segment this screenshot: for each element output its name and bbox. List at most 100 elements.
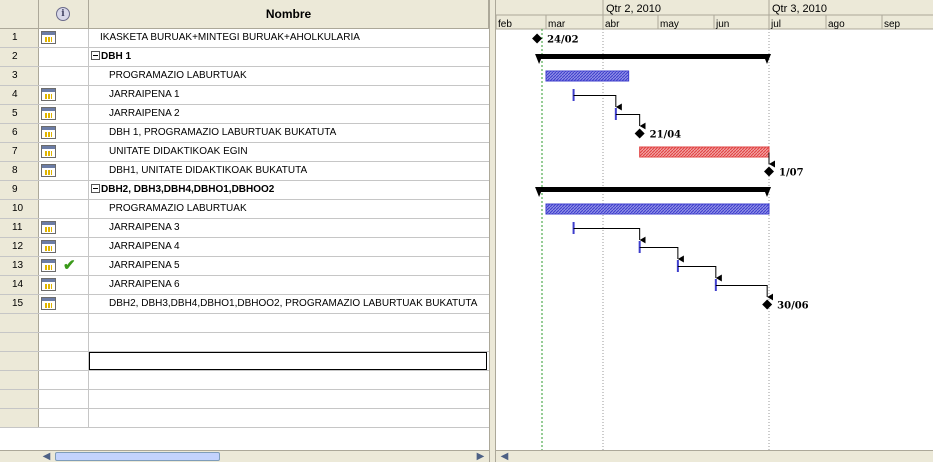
collapse-minus-icon[interactable]: [91, 183, 100, 193]
row-id[interactable]: 5: [0, 105, 39, 123]
table-horizontal-scrollbar[interactable]: ◀ ▶: [0, 450, 489, 462]
row-number-header[interactable]: [0, 0, 39, 29]
empty-row[interactable]: [0, 371, 489, 390]
month-label: feb: [498, 19, 512, 30]
month-label: jul: [770, 19, 781, 30]
task-name: UNITATE DIDAKTIKOAK EGIN: [109, 146, 248, 157]
scroll-left-arrow-icon[interactable]: ◀: [498, 451, 511, 462]
empty-row[interactable]: [0, 409, 489, 428]
task-name-cell[interactable]: JARRAIPENA 1: [89, 86, 489, 104]
gantt-horizontal-scrollbar[interactable]: ◀: [496, 450, 933, 462]
task-name: PROGRAMAZIO LABURTUAK: [109, 70, 247, 81]
table-row[interactable]: 8 DBH1, UNITATE DIDAKTIKOAK BUKATUTA: [0, 162, 489, 181]
table-row[interactable]: 2 DBH 1: [0, 48, 489, 67]
scroll-thumb[interactable]: [55, 452, 220, 461]
task-name-cell[interactable]: PROGRAMAZIO LABURTUAK: [89, 200, 489, 218]
collapse-minus-icon[interactable]: [91, 50, 100, 60]
row-id[interactable]: 15: [0, 295, 39, 313]
row-id[interactable]: 14: [0, 276, 39, 294]
task-name: DBH2, DBH3,DBH4,DBHO1,DBHOO2, PROGRAMAZI…: [109, 298, 478, 309]
task-name-cell[interactable]: DBH2, DBH3,DBH4,DBHO1,DBHOO2, PROGRAMAZI…: [89, 295, 489, 313]
scroll-right-arrow-icon[interactable]: ▶: [474, 451, 487, 462]
task-name-cell[interactable]: DBH 1: [89, 48, 489, 66]
table-row[interactable]: 12 JARRAIPENA 4: [0, 238, 489, 257]
info-icon: i: [56, 7, 70, 21]
task-name: DBH1, UNITATE DIDAKTIKOAK BUKATUTA: [109, 165, 308, 176]
indicators-header[interactable]: i: [39, 0, 89, 29]
indicator-cell: ✔: [39, 257, 89, 275]
row-id[interactable]: 8: [0, 162, 39, 180]
gantt-chart: Qtr 2, 2010 Qtr 3, 2010 feb mar abr may jun jul…: [496, 0, 933, 450]
table-row[interactable]: 11 JARRAIPENA 3: [0, 219, 489, 238]
calendar-icon: [41, 164, 56, 177]
row-id[interactable]: [0, 314, 39, 332]
row-id[interactable]: 2: [0, 48, 39, 66]
task-name-cell[interactable]: DBH1, UNITATE DIDAKTIKOAK BUKATUTA: [89, 162, 489, 180]
dependency-link: [573, 228, 646, 244]
row-id[interactable]: 9: [0, 181, 39, 199]
table-row[interactable]: 13 ✔ JARRAIPENA 5: [0, 257, 489, 276]
new-task-edit-cell[interactable]: [89, 352, 487, 370]
task-name-cell[interactable]: JARRAIPENA 6: [89, 276, 489, 294]
task-bar: [545, 70, 630, 82]
row-id[interactable]: [0, 409, 39, 427]
dependency-link: [639, 247, 684, 263]
task-name-cell[interactable]: JARRAIPENA 5: [89, 257, 489, 275]
summary-bar: [537, 187, 769, 192]
table-row[interactable]: 10 PROGRAMAZIO LABURTUAK: [0, 200, 489, 219]
row-id[interactable]: [0, 333, 39, 351]
milestone-date-label: 1/07: [779, 168, 804, 179]
table-row[interactable]: 4 JARRAIPENA 1: [0, 86, 489, 105]
indicator-cell: [39, 181, 89, 199]
row-id[interactable]: 7: [0, 143, 39, 161]
milestone-diamond: [762, 299, 773, 310]
timescale-top-tier: [496, 0, 933, 15]
task-name-cell[interactable]: JARRAIPENA 2: [89, 105, 489, 123]
row-id[interactable]: 4: [0, 86, 39, 104]
row-id[interactable]: [0, 352, 39, 370]
table-row[interactable]: 6 DBH 1, PROGRAMAZIO LABURTUAK BUKATUTA: [0, 124, 489, 143]
row-id[interactable]: [0, 371, 39, 389]
row-id[interactable]: [0, 390, 39, 408]
task-name-cell[interactable]: JARRAIPENA 3: [89, 219, 489, 237]
task-name-cell[interactable]: DBH2, DBH3,DBH4,DBHO1,DBHOO2: [89, 181, 489, 199]
table-row[interactable]: 7 UNITATE DIDAKTIKOAK EGIN: [0, 143, 489, 162]
scroll-left-arrow-icon[interactable]: ◀: [40, 451, 53, 462]
empty-row[interactable]: [0, 390, 489, 409]
task-name: PROGRAMAZIO LABURTUAK: [109, 203, 247, 214]
task-name-cell[interactable]: UNITATE DIDAKTIKOAK EGIN: [89, 143, 489, 161]
row-id[interactable]: 13: [0, 257, 39, 275]
task-name-cell[interactable]: JARRAIPENA 4: [89, 238, 489, 256]
row-id[interactable]: 10: [0, 200, 39, 218]
table-row[interactable]: 5 JARRAIPENA 2: [0, 105, 489, 124]
table-row[interactable]: 15 DBH2, DBH3,DBH4,DBHO1,DBHOO2, PROGRAMA…: [0, 295, 489, 314]
row-id[interactable]: 11: [0, 219, 39, 237]
task-name: JARRAIPENA 3: [109, 222, 180, 233]
month-label: mar: [548, 19, 566, 30]
table-row[interactable]: 14 JARRAIPENA 6: [0, 276, 489, 295]
indicator-cell: [39, 219, 89, 237]
table-row[interactable]: 9 DBH2, DBH3,DBH4,DBHO1,DBHOO2: [0, 181, 489, 200]
task-name-cell[interactable]: DBH 1, PROGRAMAZIO LABURTUAK BUKATUTA: [89, 124, 489, 142]
row-id[interactable]: 12: [0, 238, 39, 256]
task-bar: [545, 203, 770, 215]
task-name-cell[interactable]: PROGRAMAZIO LABURTUAK: [89, 67, 489, 85]
pane-splitter[interactable]: [489, 0, 496, 462]
task-name-cell[interactable]: IKASKETA BURUAK+MINTEGI BURUAK+AHOLKULAR…: [89, 29, 489, 47]
indicator-cell: [39, 200, 89, 218]
row-id[interactable]: 1: [0, 29, 39, 47]
dependency-link: [615, 114, 646, 130]
empty-row[interactable]: [0, 333, 489, 352]
indicator-cell: [39, 105, 89, 123]
row-id[interactable]: 6: [0, 124, 39, 142]
table-row[interactable]: 1 IKASKETA BURUAK+MINTEGI BURUAK+AHOLKULA…: [0, 29, 489, 48]
milestone-diamond: [532, 33, 543, 44]
dependency-link: [715, 285, 774, 301]
row-id[interactable]: 3: [0, 67, 39, 85]
calendar-icon: [41, 31, 56, 44]
table-row[interactable]: 3 PROGRAMAZIO LABURTUAK: [0, 67, 489, 86]
empty-row[interactable]: [0, 314, 489, 333]
indicator-cell: [39, 238, 89, 256]
indicator-cell: [39, 29, 89, 47]
name-column-header[interactable]: Nombre: [89, 0, 489, 29]
